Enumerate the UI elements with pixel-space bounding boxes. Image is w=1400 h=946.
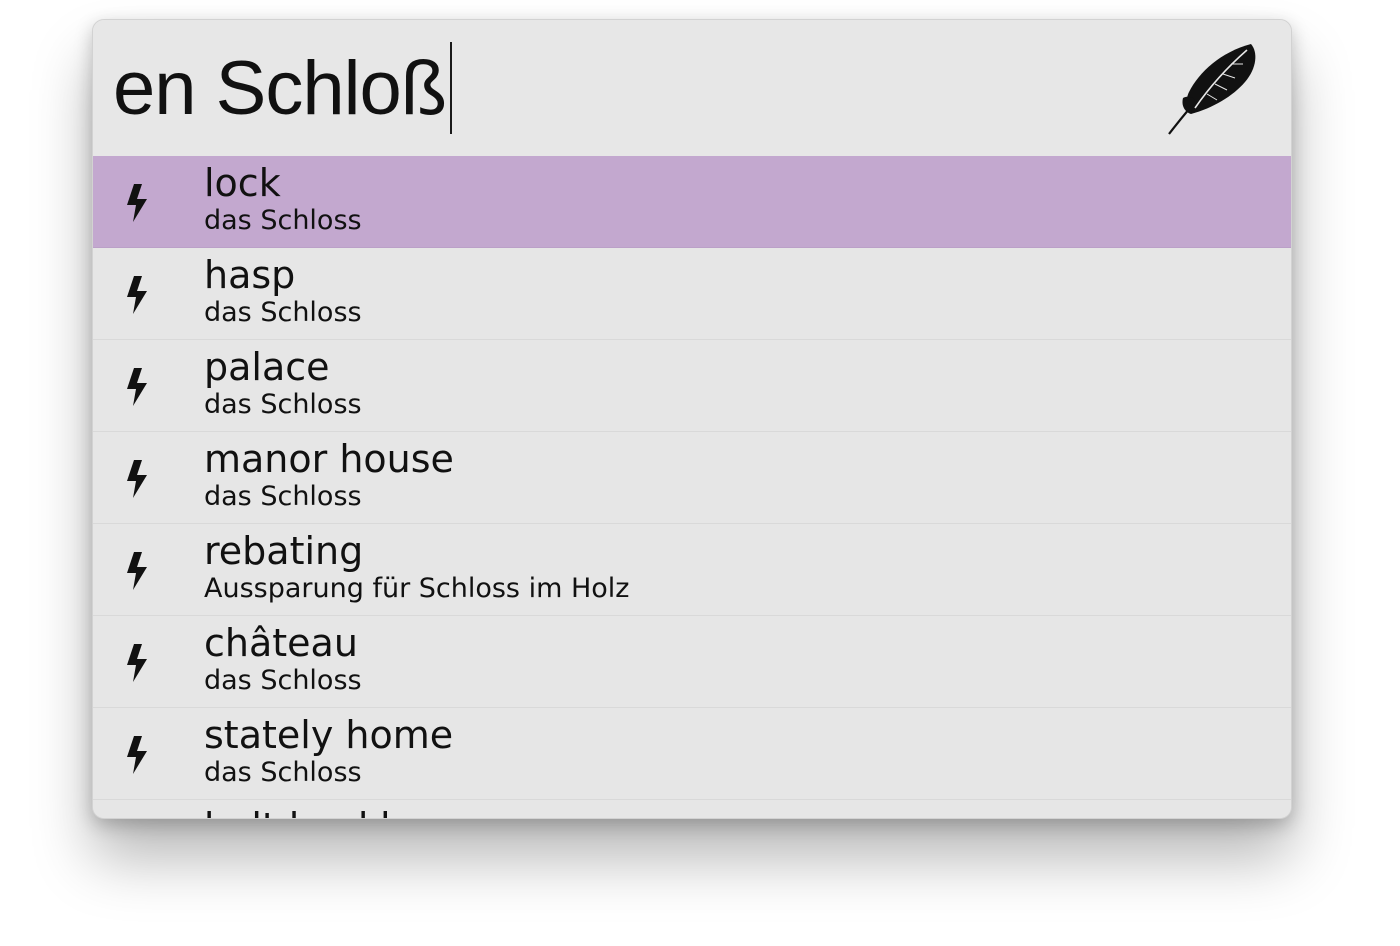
result-subtitle: das Schloss (204, 297, 362, 328)
feather-icon (1168, 44, 1256, 135)
result-title: hasp (204, 253, 296, 297)
result-title: palace (204, 345, 330, 389)
results-list: lock das Schloss hasp das Schloss palace… (93, 156, 1291, 818)
bolt-icon (127, 644, 147, 682)
result-row[interactable]: manor house das Schloss (93, 432, 1291, 524)
result-row[interactable]: stately home das Schloss (93, 708, 1291, 800)
result-subtitle: das Schloss (204, 757, 362, 788)
search-input[interactable]: en Schloß (113, 42, 453, 134)
launcher-window: en Schloß lock das Schloss hasp das Schl… (92, 19, 1292, 819)
result-subtitle: das Schloss (204, 389, 362, 420)
result-row[interactable]: château das Schloss (93, 616, 1291, 708)
bolt-icon (127, 368, 147, 406)
search-bar[interactable]: en Schloß (93, 20, 1291, 156)
result-subtitle: das Schloss (204, 665, 362, 696)
result-subtitle: Aussparung für Schloss im Holz (204, 573, 630, 604)
result-title: rebating (204, 529, 364, 573)
result-row[interactable]: palace das Schloss (93, 340, 1291, 432)
result-title: château (204, 621, 358, 665)
result-title: manor house (204, 437, 454, 481)
result-subtitle: das Schloss (204, 205, 362, 236)
result-title: lock (204, 161, 281, 205)
result-title: stately home (204, 713, 454, 757)
result-row[interactable]: hasp das Schloss (93, 248, 1291, 340)
result-title: bolt buckle (204, 802, 414, 818)
result-row[interactable]: rebating Aussparung für Schloss im Holz (93, 524, 1291, 616)
bolt-icon (127, 552, 147, 590)
bolt-icon (127, 736, 147, 774)
result-row[interactable]: bolt buckle (93, 800, 1291, 818)
bolt-icon (127, 460, 147, 498)
bolt-icon (127, 276, 147, 314)
result-row[interactable]: lock das Schloss (93, 156, 1291, 248)
bolt-icon (127, 184, 147, 222)
result-subtitle: das Schloss (204, 481, 362, 512)
text-caret (450, 42, 453, 134)
search-query-text: en Schloß (113, 45, 447, 131)
